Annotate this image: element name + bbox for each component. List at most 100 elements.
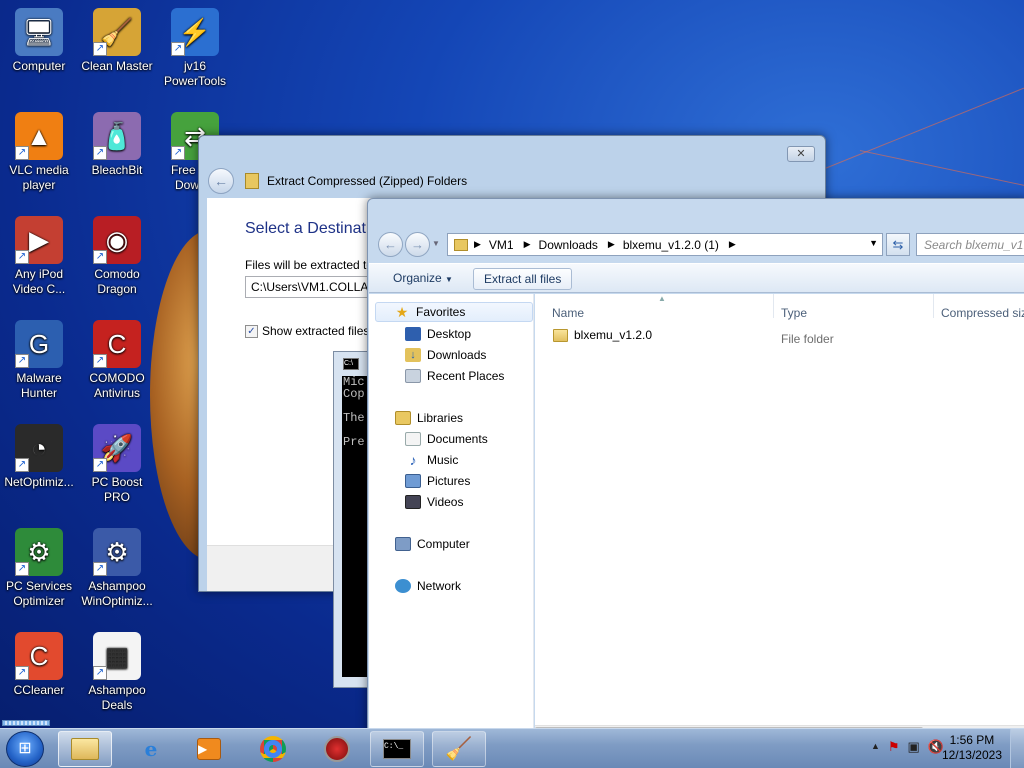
desktop-icon-bleachbit[interactable]: 🧴 ↗ BleachBit bbox=[78, 112, 156, 178]
desktop-icon-malware-hunter[interactable]: G ↗ Malware Hunter bbox=[0, 320, 78, 401]
ccleaner-icon: C ↗ bbox=[15, 632, 63, 680]
back-button[interactable]: ← bbox=[378, 232, 403, 257]
desktop-icon-ashampoo-deals[interactable]: ▦ ↗ Ashampoo Deals bbox=[78, 632, 156, 713]
item-name: blxemu_v1.2.0 bbox=[574, 328, 653, 342]
sort-arrow-icon: ▲ bbox=[658, 294, 666, 303]
close-button[interactable]: ✕ bbox=[787, 146, 815, 162]
desktop-icon-any-ipod-video-c[interactable]: ▶ ↗ Any iPod Video C... bbox=[0, 216, 78, 297]
desktop-icon-ccleaner[interactable]: C ↗ CCleaner bbox=[0, 632, 78, 698]
column-divider[interactable] bbox=[773, 294, 774, 318]
address-bar[interactable]: ▶ VM1 ▶ Downloads ▶ blxemu_v1.2.0 (1) ▶ … bbox=[447, 233, 883, 256]
breadcrumb-separator-icon[interactable]: ▶ bbox=[729, 239, 736, 250]
desktop-icon-clean-master[interactable]: 🧹 ↗ Clean Master bbox=[78, 8, 156, 74]
chrome-icon bbox=[260, 736, 286, 762]
column-header-compressed-size[interactable]: Compressed size bbox=[941, 306, 1024, 320]
folder-icon bbox=[454, 238, 468, 251]
desktop-icon-computer[interactable]: 🖥 Computer bbox=[0, 8, 78, 74]
desktop-icon-label: PC Boost PRO bbox=[91, 475, 143, 504]
taskbar-comodo-dragon-button[interactable] bbox=[310, 731, 364, 767]
nav-videos[interactable]: Videos bbox=[405, 492, 463, 512]
star-icon: ★ bbox=[395, 304, 409, 320]
breadcrumb-separator-icon[interactable]: ▶ bbox=[524, 239, 531, 250]
show-files-checkbox[interactable]: ✓ bbox=[245, 324, 258, 338]
shortcut-arrow-icon: ↗ bbox=[15, 458, 29, 472]
desktop-icon-vlc-media-player[interactable]: ▲ ↗ VLC media player bbox=[0, 112, 78, 193]
search-input[interactable]: Search blxemu_v1.2... bbox=[916, 233, 1024, 256]
nav-recent-places[interactable]: Recent Places bbox=[405, 366, 504, 386]
refresh-button[interactable]: ⇆ bbox=[886, 233, 910, 256]
taskbar-chrome-button[interactable] bbox=[246, 731, 300, 767]
chevron-down-icon: ▼ bbox=[445, 275, 453, 284]
forward-button[interactable]: → bbox=[405, 232, 430, 257]
vlc-cone-icon: ▲ ↗ bbox=[15, 112, 63, 160]
nav-label: Favorites bbox=[416, 305, 466, 319]
nav-desktop[interactable]: Desktop bbox=[405, 324, 471, 344]
desktop-icon-pc-boost-pro[interactable]: 🚀 ↗ PC Boost PRO bbox=[78, 424, 156, 505]
show-desktop-button[interactable] bbox=[1010, 729, 1024, 768]
nav-computer[interactable]: Computer bbox=[395, 534, 470, 554]
gear-icon: ⚙ ↗ bbox=[93, 528, 141, 576]
organize-button[interactable]: Organize ▼ bbox=[383, 268, 463, 290]
cmd-icon: C:\_ bbox=[383, 739, 411, 759]
music-note-icon: ♪ bbox=[409, 452, 417, 468]
breadcrumb-vm1[interactable]: VM1 bbox=[489, 238, 514, 252]
breadcrumb-downloads[interactable]: Downloads bbox=[539, 238, 598, 252]
shortcut-arrow-icon: ↗ bbox=[15, 146, 29, 160]
taskbar-clean-master-button[interactable]: 🧹 bbox=[432, 731, 486, 767]
start-button[interactable]: ⊞ bbox=[6, 731, 44, 767]
taskbar-media-player-button[interactable]: ▶ bbox=[182, 731, 236, 767]
file-list: ▲ Name Type Compressed size blxemu_v1.2.… bbox=[535, 294, 1024, 737]
wallpaper-line bbox=[859, 150, 1024, 189]
desktop-icon-netoptimiz[interactable]: ◔ ↗ NetOptimiz... bbox=[0, 424, 78, 490]
explorer-window: ← → ▼ ▶ VM1 ▶ Downloads ▶ blxemu_v1.2.0 … bbox=[367, 198, 1024, 738]
shortcut-arrow-icon: ↗ bbox=[15, 562, 29, 576]
column-header-type[interactable]: Type bbox=[781, 306, 807, 320]
desktop-icon-comodo-antivirus[interactable]: C ↗ COMODO Antivirus bbox=[78, 320, 156, 401]
breadcrumb-separator-icon[interactable]: ▶ bbox=[608, 239, 615, 250]
desktop-icon-jv16-powertools[interactable]: ⚡ ↗ jv16 PowerTools bbox=[156, 8, 234, 89]
film-strip-icon bbox=[405, 495, 421, 509]
shortcut-arrow-icon: ↗ bbox=[171, 42, 185, 56]
taskbar-explorer-button[interactable] bbox=[58, 731, 112, 767]
desktop-icon-pc-services-optimizer[interactable]: ⚙ ↗ PC Services Optimizer bbox=[0, 528, 78, 609]
recent-dropdown-icon[interactable]: ▼ bbox=[432, 239, 440, 248]
nav-favorites[interactable]: ★ Favorites bbox=[375, 302, 533, 322]
list-item[interactable]: blxemu_v1.2.0 bbox=[553, 328, 652, 342]
shortcut-arrow-icon: ↗ bbox=[93, 250, 107, 264]
nav-pictures[interactable]: Pictures bbox=[405, 471, 470, 491]
wallpaper-line bbox=[819, 87, 1024, 171]
extract-all-button[interactable]: Extract all files bbox=[473, 268, 573, 290]
taskbar: ⊞ e ▶ C:\_ 🧹 ▲ ⚑ ▣ 🔇 1:56 PM 12/13/2023 bbox=[0, 728, 1024, 768]
desktop-icon-comodo-dragon[interactable]: ◉ ↗ Comodo Dragon bbox=[78, 216, 156, 297]
nav-downloads[interactable]: ↓ Downloads bbox=[405, 345, 486, 365]
nav-network[interactable]: Network bbox=[395, 576, 461, 596]
taskbar-cmd-button[interactable]: C:\_ bbox=[370, 731, 424, 767]
network-icon[interactable]: ▣ bbox=[908, 739, 920, 755]
clock-date: 12/13/2023 bbox=[941, 748, 1002, 762]
desktop-icon-label: Any iPod Video C... bbox=[12, 267, 66, 296]
nav-label: Music bbox=[427, 453, 459, 467]
desktop-icon-label: COMODO Antivirus bbox=[89, 371, 145, 400]
back-arrow-icon[interactable]: ← bbox=[208, 168, 234, 194]
video-convert-icon: ▶ ↗ bbox=[15, 216, 63, 264]
action-center-icon[interactable]: ⚑ bbox=[888, 739, 900, 755]
column-header-name[interactable]: Name bbox=[552, 306, 584, 320]
column-divider[interactable] bbox=[933, 294, 934, 318]
show-files-label: Show extracted files bbox=[262, 324, 370, 338]
system-tray: ▲ ⚑ ▣ 🔇 bbox=[871, 739, 944, 755]
nav-libraries[interactable]: Libraries bbox=[395, 408, 463, 428]
show-hidden-icons[interactable]: ▲ bbox=[871, 741, 880, 755]
desktop-icon-label: Malware Hunter bbox=[16, 371, 62, 400]
lightning-shield-icon: ⚡ ↗ bbox=[171, 8, 219, 56]
network-globe-icon bbox=[395, 579, 411, 593]
desktop-icon-ashampoo-winoptimiz[interactable]: ⚙ ↗ Ashampoo WinOptimiz... bbox=[78, 528, 156, 609]
taskbar-ie-button[interactable]: e bbox=[124, 731, 178, 767]
show-files-row[interactable]: ✓ Show extracted files bbox=[245, 324, 369, 338]
address-dropdown-icon[interactable]: ▼ bbox=[869, 238, 878, 248]
clock[interactable]: 1:56 PM 12/13/2023 bbox=[942, 733, 1002, 763]
nav-music[interactable]: ♪ Music bbox=[405, 450, 459, 470]
breadcrumb-separator-icon[interactable]: ▶ bbox=[474, 239, 481, 250]
breadcrumb-current[interactable]: blxemu_v1.2.0 (1) bbox=[623, 238, 719, 252]
desktop-icon-label: Ashampoo WinOptimiz... bbox=[81, 579, 153, 608]
nav-documents[interactable]: Documents bbox=[405, 429, 488, 449]
